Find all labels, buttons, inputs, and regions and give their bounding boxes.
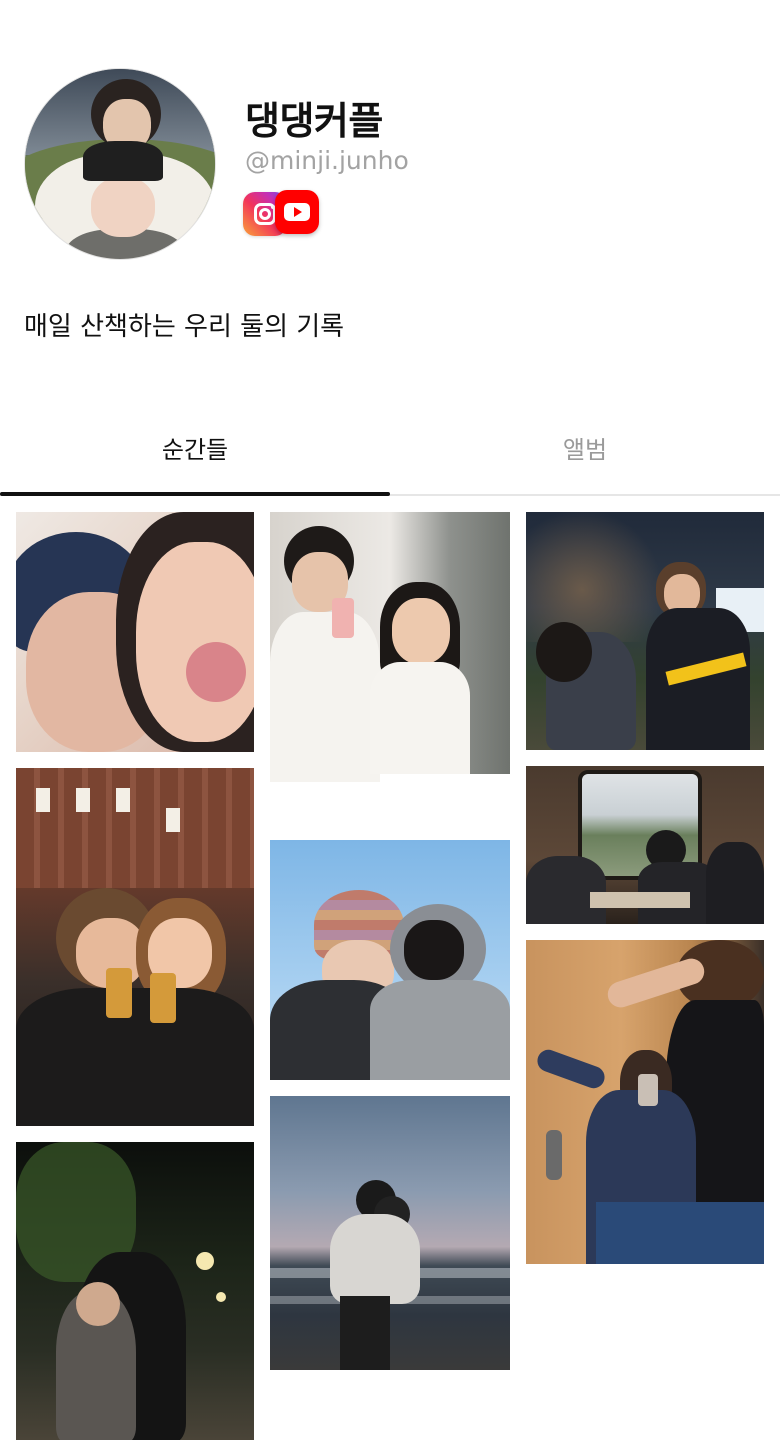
content-tabs: 순간들 앨범 xyxy=(0,400,780,496)
photo-city-beer[interactable] xyxy=(16,768,254,1126)
photo-selfie-kiss[interactable] xyxy=(16,512,254,752)
profile-page: 댕댕커플 @minji.junho 매일 산책하는 우리 둘의 기록 순간들 앨… xyxy=(0,0,780,1440)
social-links xyxy=(243,190,333,238)
photo-night-hug[interactable] xyxy=(16,1142,254,1440)
tab-moments[interactable]: 순간들 xyxy=(0,400,390,494)
profile-name: 댕댕커플 xyxy=(245,99,383,143)
photo-train-window[interactable] xyxy=(526,766,764,924)
youtube-icon[interactable] xyxy=(275,190,319,234)
profile-avatar[interactable] xyxy=(24,68,216,260)
photo-night-park[interactable] xyxy=(526,512,764,750)
photo-flex-mirror[interactable] xyxy=(526,940,764,1264)
bottom-fade xyxy=(254,1390,526,1440)
photo-beach-piggyback[interactable] xyxy=(270,1096,510,1370)
photo-beanie-sky[interactable] xyxy=(270,840,510,1080)
profile-bio: 매일 산책하는 우리 둘의 기록 xyxy=(24,312,345,342)
tab-albums[interactable]: 앨범 xyxy=(390,400,780,494)
profile-handle: @minji.junho xyxy=(245,146,409,175)
active-tab-indicator xyxy=(0,492,390,496)
photo-birthday-mirror[interactable] xyxy=(270,512,510,824)
